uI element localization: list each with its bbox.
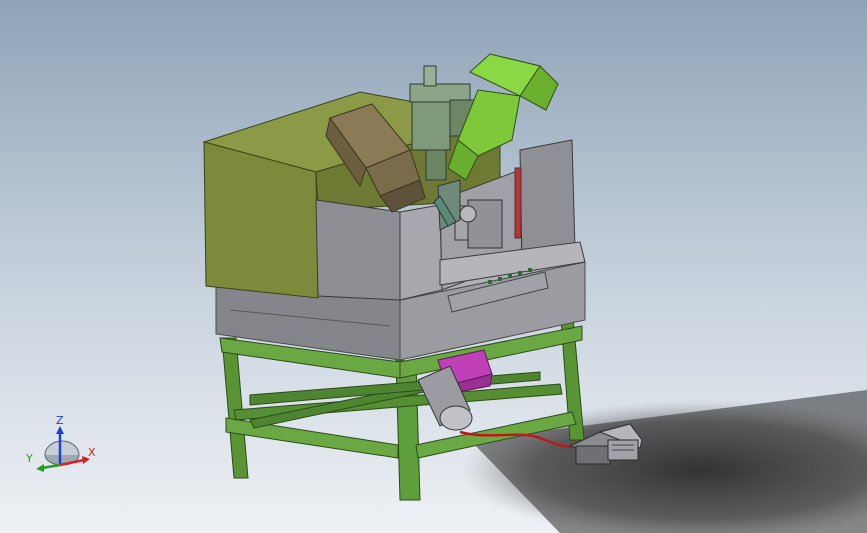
y-axis-label: Y [25,452,33,465]
z-axis-label: Z [56,414,64,427]
guide-slot [514,167,522,239]
x-axis-label: X [88,446,96,459]
cad-viewport[interactable]: Z X Y [0,0,867,533]
model-scene[interactable]: Z X Y [0,0,867,533]
